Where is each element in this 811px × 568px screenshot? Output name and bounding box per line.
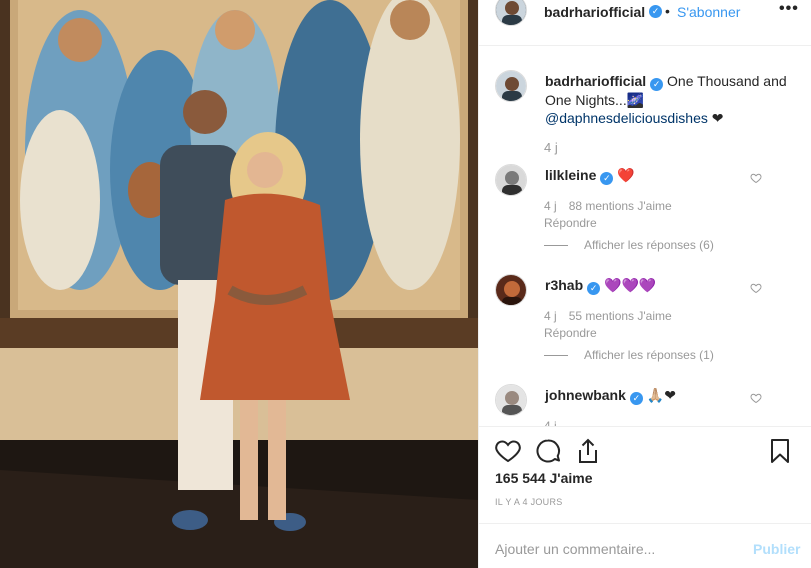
like-heart-icon[interactable]	[495, 438, 521, 464]
comment-username[interactable]: johnewbank	[545, 387, 626, 403]
reply-button[interactable]: Répondre	[544, 216, 597, 230]
comment-body: 🙏🏼❤	[646, 387, 676, 403]
caption-avatar[interactable]	[495, 70, 527, 102]
caption-text: badrhariofficial ✓ One Thousand and One N…	[545, 72, 795, 127]
verified-badge-icon: ✓	[649, 5, 662, 18]
post-photo-illustration	[0, 0, 478, 568]
add-comment-input[interactable]	[495, 540, 725, 558]
post-date[interactable]: IL Y A 4 JOURS	[495, 497, 563, 507]
like-comment-heart-icon[interactable]	[750, 172, 762, 184]
post-actions	[495, 438, 800, 464]
actions-divider	[479, 426, 811, 427]
comment-body: 💜💜💜	[604, 277, 657, 293]
comment-time[interactable]: 4 j	[544, 199, 557, 213]
verified-badge-icon: ✓	[629, 392, 643, 405]
commenter-avatar[interactable]	[495, 164, 527, 196]
add-comment-divider	[479, 523, 811, 524]
comment-text: r3hab ✓ 💜💜💜	[545, 276, 656, 295]
view-replies-rule	[544, 245, 568, 247]
comment-time[interactable]: 4 j	[544, 419, 557, 426]
caption-username[interactable]: badrhariofficial	[545, 73, 646, 89]
view-replies-button[interactable]: Afficher les réponses (6)	[544, 238, 714, 252]
view-replies-rule	[544, 355, 568, 357]
commenter-avatar-image	[496, 385, 526, 415]
like-comment-heart-icon[interactable]	[750, 282, 762, 294]
author-avatar[interactable]	[495, 0, 527, 26]
comment-text: lilkleine ✓ ❤️	[545, 166, 635, 185]
verified-badge-icon: ✓	[587, 282, 601, 295]
comment-meta: 4 j 88 mentions J'aime	[544, 199, 672, 213]
header-separator: •	[665, 3, 670, 19]
verified-badge-icon: ✓	[600, 172, 614, 185]
comment-bubble-icon[interactable]	[535, 438, 561, 464]
comment-likes[interactable]: 88 mentions J'aime	[569, 199, 672, 213]
post-photo[interactable]	[0, 0, 478, 568]
commenter-avatar-image	[496, 165, 526, 195]
comments-list[interactable]: badrhariofficial ✓ One Thousand and One N…	[479, 46, 811, 426]
likes-count[interactable]: 165 544 J'aime	[495, 470, 593, 486]
publish-button[interactable]: Publier	[753, 541, 800, 557]
author-username[interactable]: badrhariofficial	[544, 4, 645, 20]
heart-emoji: ❤	[711, 110, 724, 126]
view-replies-label: Afficher les réponses (6)	[584, 238, 714, 252]
follow-button[interactable]: S'abonner	[677, 4, 740, 20]
view-replies-label: Afficher les réponses (1)	[584, 348, 714, 362]
comment-time[interactable]: 4 j	[544, 309, 557, 323]
caption-mention[interactable]: @daphnesdeliciousdishes	[545, 110, 708, 126]
caption-avatar-image	[496, 71, 526, 101]
commenter-avatar[interactable]	[495, 274, 527, 306]
comment-likes[interactable]: 55 mentions J'aime	[569, 309, 672, 323]
verified-badge-icon: ✓	[650, 78, 664, 91]
instagram-post: badrhariofficial ✓ • S'abonner ••• badrh…	[0, 0, 811, 568]
comment-meta: 4 j 55 mentions J'aime	[544, 309, 672, 323]
likes-label: J'aime	[549, 470, 593, 486]
likes-number: 165 544	[495, 470, 546, 486]
more-options-icon[interactable]: •••	[779, 0, 799, 18]
post-panel: badrhariofficial ✓ • S'abonner ••• badrh…	[478, 0, 811, 568]
view-replies-button[interactable]: Afficher les réponses (1)	[544, 348, 714, 362]
post-header: badrhariofficial ✓ • S'abonner •••	[479, 0, 811, 26]
commenter-avatar-image	[496, 275, 526, 305]
commenter-avatar[interactable]	[495, 384, 527, 416]
save-bookmark-icon[interactable]	[767, 438, 793, 464]
like-comment-heart-icon[interactable]	[750, 392, 762, 404]
comment-username[interactable]: r3hab	[545, 277, 583, 293]
comment-meta: 4 j	[544, 419, 557, 426]
share-icon[interactable]	[575, 438, 601, 464]
caption-time[interactable]: 4 j	[544, 140, 558, 155]
comment-username[interactable]: lilkleine	[545, 167, 596, 183]
reply-button[interactable]: Répondre	[544, 326, 597, 340]
comment-body: ❤️	[617, 167, 635, 183]
comment-text: johnewbank ✓ 🙏🏼❤	[545, 386, 676, 405]
author-avatar-image	[496, 0, 526, 25]
